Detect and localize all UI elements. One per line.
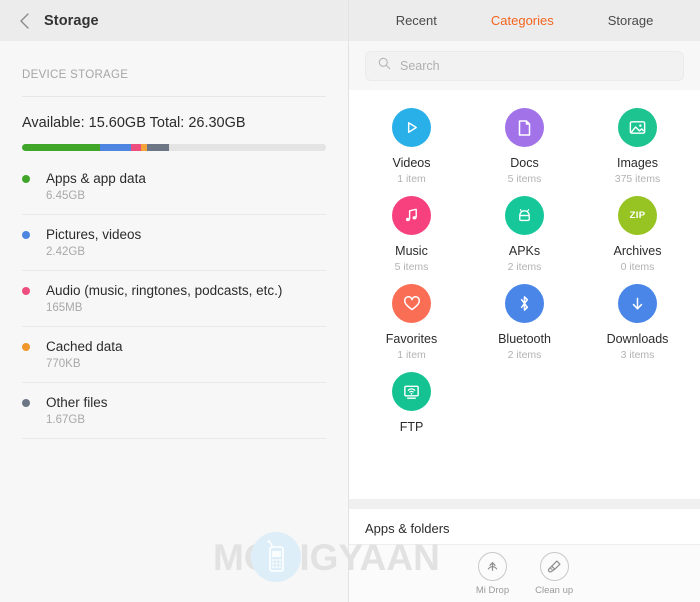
category-color-dot	[22, 174, 30, 183]
category-color-dot	[22, 286, 30, 295]
storage-category-row[interactable]: Audio (music, ringtones, podcasts, etc.)…	[0, 270, 348, 326]
storage-category-row[interactable]: Cached data 770KB	[0, 326, 348, 382]
storage-category-row[interactable]: Apps & app data 6.45GB	[0, 158, 348, 214]
apps-folders-label: Apps & folders	[365, 521, 450, 536]
category-name: Other files	[46, 395, 108, 410]
tab-storage[interactable]: Storage	[608, 13, 654, 28]
category-name: Audio (music, ringtones, podcasts, etc.)	[46, 283, 283, 298]
categories-grid-card: Videos 1 item Docs 5 items Images 375 items Mu…	[349, 90, 700, 499]
action-label: Mi Drop	[475, 584, 510, 596]
tab-recent[interactable]: Recent	[396, 13, 437, 28]
category-tile-bluetooth[interactable]: Bluetooth 2 items	[468, 284, 581, 361]
storage-category-row[interactable]: Other files 1.67GB	[0, 382, 348, 438]
storage-header: Storage	[0, 0, 348, 41]
search-input[interactable]: Search	[365, 51, 684, 81]
search-icon	[378, 57, 391, 75]
category-tile-apks[interactable]: APKs 2 items	[468, 196, 581, 273]
storage-category-list: Apps & app data 6.45GB Pictures, videos 2.4…	[0, 158, 348, 438]
usage-segment-free	[169, 144, 326, 151]
panel-gap	[349, 499, 700, 509]
category-tile-label: Docs	[510, 156, 539, 170]
usage-segment-pictures	[99, 144, 132, 151]
action-clean-up[interactable]: Clean up	[535, 551, 574, 596]
category-tile-music[interactable]: Music 5 items	[355, 196, 468, 273]
apps-folders-section[interactable]: Apps & folders	[349, 509, 700, 545]
search-placeholder: Search	[400, 59, 440, 73]
app-root: Storage DEVICE STORAGE Available: 15.60G…	[0, 0, 700, 602]
category-tile-ftp[interactable]: FTP	[355, 372, 468, 434]
category-tile-label: Images	[617, 156, 658, 170]
category-tile-label: APKs	[508, 244, 541, 258]
category-tile-label: Music	[395, 244, 428, 258]
bluetooth-icon	[505, 284, 544, 323]
category-tile-label: Videos	[392, 156, 431, 170]
document-icon	[505, 108, 544, 147]
category-tile-count: 2 items	[507, 261, 542, 273]
category-tile-count: 1 item	[397, 349, 426, 361]
bottom-action-bar: Mi Drop Clean up	[349, 544, 700, 602]
category-tile-label: Bluetooth	[498, 332, 551, 346]
category-color-dot	[22, 342, 30, 351]
category-tile-count: 3 items	[620, 349, 655, 361]
category-tile-label: Archives	[613, 244, 662, 258]
category-tile-count: 1 item	[397, 173, 426, 185]
category-color-dot	[22, 398, 30, 407]
usage-segment-other	[146, 144, 170, 151]
category-size: 2.42GB	[46, 246, 85, 258]
category-tile-label: Favorites	[385, 332, 438, 346]
category-tile-count: 0 items	[620, 261, 655, 273]
category-name: Cached data	[46, 339, 123, 354]
tab-categories[interactable]: Categories	[491, 13, 554, 28]
category-tile-downloads[interactable]: Downloads 3 items	[581, 284, 694, 361]
category-tile-count: 5 items	[394, 261, 429, 273]
download-arrow-icon	[618, 284, 657, 323]
category-size: 6.45GB	[46, 190, 85, 202]
search-area: Search	[349, 41, 700, 90]
categories-grid: Videos 1 item Docs 5 items Images 375 items Mu…	[355, 108, 694, 434]
zip-icon: ZIP	[618, 196, 657, 235]
category-tile-favorites[interactable]: Favorites 1 item	[355, 284, 468, 361]
category-color-dot	[22, 230, 30, 239]
picture-icon	[618, 108, 657, 147]
category-size: 1.67GB	[46, 414, 85, 426]
chevron-left-icon[interactable]	[14, 11, 34, 31]
broom-icon	[539, 551, 569, 581]
category-tile-archives[interactable]: ZIP Archives 0 items	[581, 196, 694, 273]
storage-usage-bar	[22, 144, 326, 151]
category-tile-images[interactable]: Images 375 items	[581, 108, 694, 185]
usage-segment-audio	[131, 144, 141, 151]
ftp-monitor-icon	[392, 372, 431, 411]
storage-category-row[interactable]: Pictures, videos 2.42GB	[0, 214, 348, 270]
device-storage-label: DEVICE STORAGE	[22, 69, 129, 81]
play-icon	[392, 108, 431, 147]
usage-segment-apps	[22, 144, 100, 151]
file-manager-panel: Recent Categories Storage Search Videos 1 i…	[349, 0, 700, 602]
category-tile-count: 375 items	[614, 173, 661, 185]
category-tile-docs[interactable]: Docs 5 items	[468, 108, 581, 185]
mi-drop-icon	[477, 551, 507, 581]
category-tile-count: 5 items	[507, 173, 542, 185]
category-tile-label: Downloads	[606, 332, 669, 346]
available-total-text: Available: 15.60GB Total: 26.30GB	[22, 115, 246, 131]
category-tile-label: FTP	[399, 420, 424, 434]
category-size: 165MB	[46, 302, 83, 314]
action-label: Clean up	[535, 584, 574, 596]
page-title: Storage	[44, 12, 99, 29]
action-mi-drop[interactable]: Mi Drop	[475, 551, 510, 596]
heart-icon	[392, 284, 431, 323]
category-tile-count: 2 items	[507, 349, 542, 361]
android-icon	[505, 196, 544, 235]
category-name: Apps & app data	[46, 171, 146, 186]
category-tile-videos[interactable]: Videos 1 item	[355, 108, 468, 185]
tab-bar: Recent Categories Storage	[349, 0, 700, 41]
storage-detail-panel: Storage DEVICE STORAGE Available: 15.60G…	[0, 0, 349, 602]
category-name: Pictures, videos	[46, 227, 142, 242]
category-size: 770KB	[46, 358, 81, 370]
music-note-icon	[392, 196, 431, 235]
list-end-divider	[22, 438, 326, 439]
